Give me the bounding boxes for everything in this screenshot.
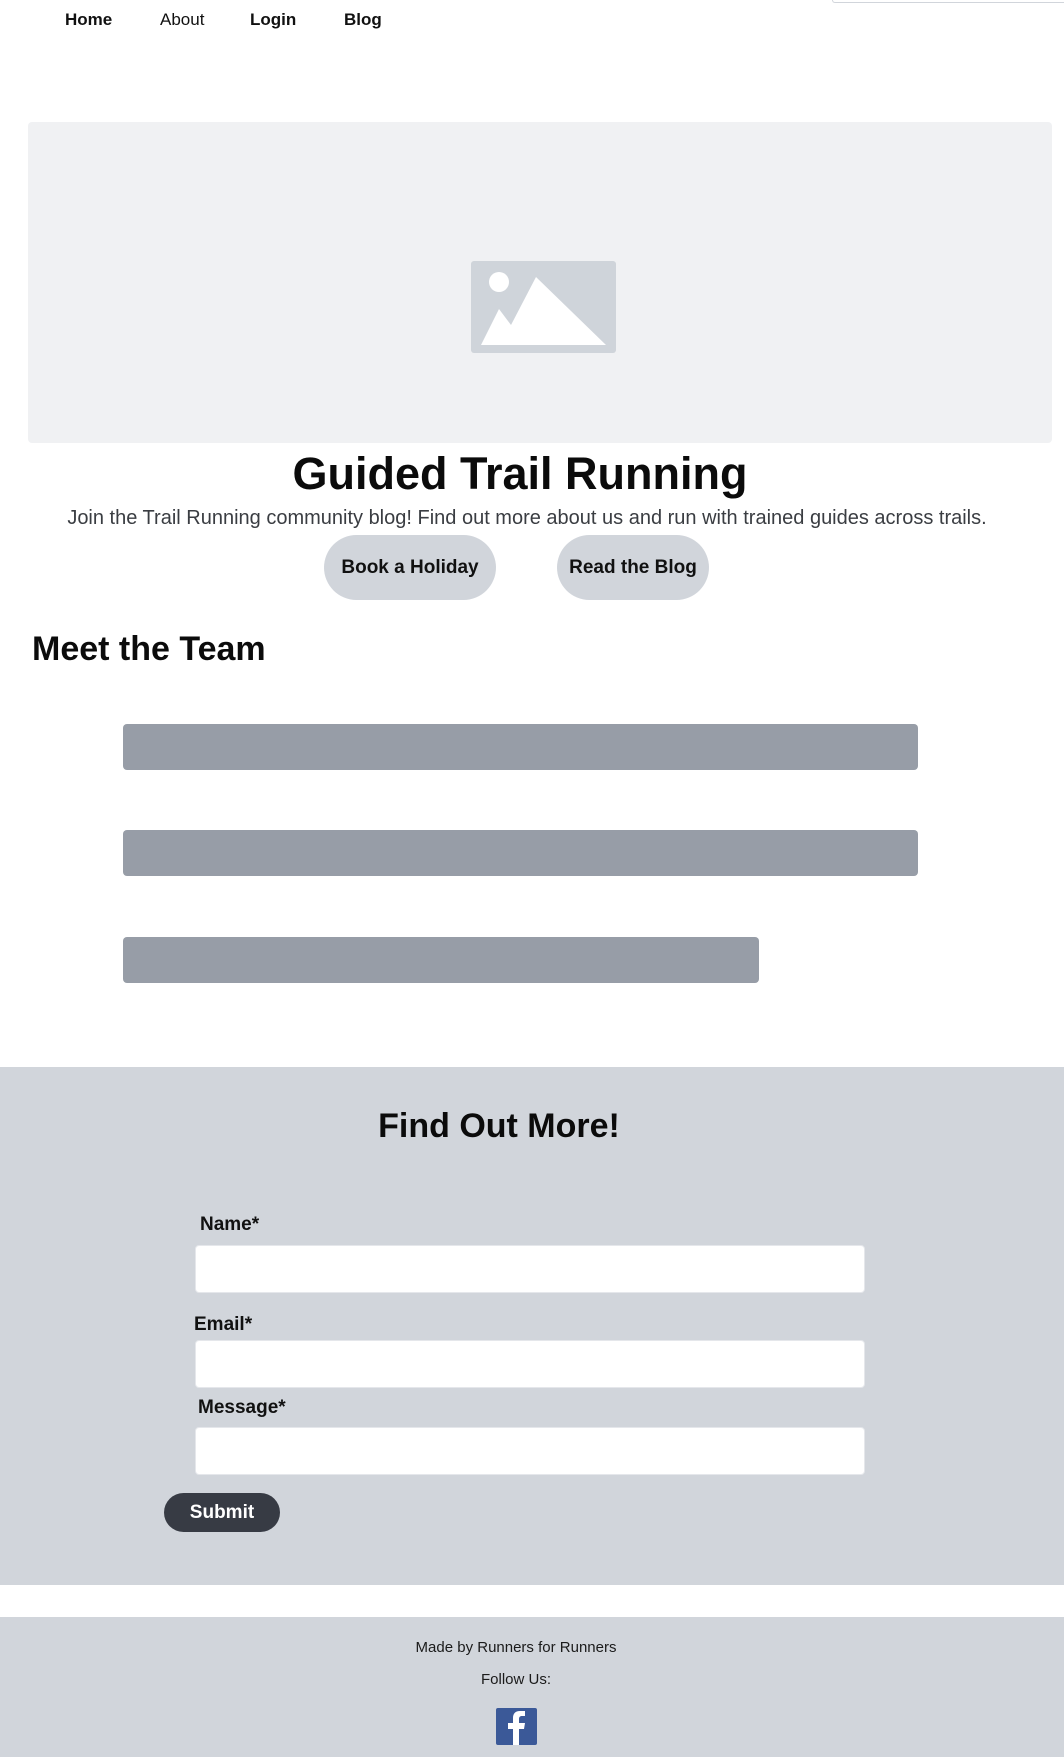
hero-subtitle: Join the Trail Running community blog! F… — [67, 507, 987, 529]
contact-section: Find Out More! Name* Email* Message* Sub… — [0, 1067, 1064, 1585]
contact-heading: Find Out More! — [378, 1107, 620, 1145]
hero-image-placeholder — [28, 122, 1052, 443]
book-holiday-button[interactable]: Book a Holiday — [324, 535, 496, 600]
nav-search-edge — [832, 0, 1064, 3]
email-label: Email* — [194, 1314, 253, 1335]
email-field[interactable] — [195, 1340, 865, 1388]
facebook-icon[interactable] — [496, 1708, 537, 1745]
hero-title: Guided Trail Running — [292, 448, 748, 499]
footer-made-by: Made by Runners for Runners — [415, 1639, 617, 1656]
nav-about-link[interactable]: About — [160, 10, 204, 30]
nav-blog-link[interactable]: Blog — [344, 10, 382, 30]
nav-login-link[interactable]: Login — [250, 10, 296, 30]
team-member-placeholder — [123, 937, 759, 983]
nav-home-link[interactable]: Home — [65, 10, 112, 30]
top-navigation: Home About Login Blog — [0, 0, 1064, 44]
page-footer: Made by Runners for Runners Follow Us: — [0, 1617, 1064, 1757]
name-field[interactable] — [195, 1245, 865, 1293]
team-member-placeholder — [123, 724, 918, 770]
image-placeholder-icon — [471, 261, 616, 353]
read-blog-button[interactable]: Read the Blog — [557, 535, 709, 600]
message-label: Message* — [198, 1397, 286, 1418]
name-label: Name* — [200, 1214, 260, 1235]
footer-follow-label: Follow Us: — [480, 1671, 551, 1688]
submit-button[interactable]: Submit — [164, 1493, 280, 1532]
team-member-placeholder — [123, 830, 918, 876]
team-heading: Meet the Team — [32, 630, 266, 668]
message-field[interactable] — [195, 1427, 865, 1475]
